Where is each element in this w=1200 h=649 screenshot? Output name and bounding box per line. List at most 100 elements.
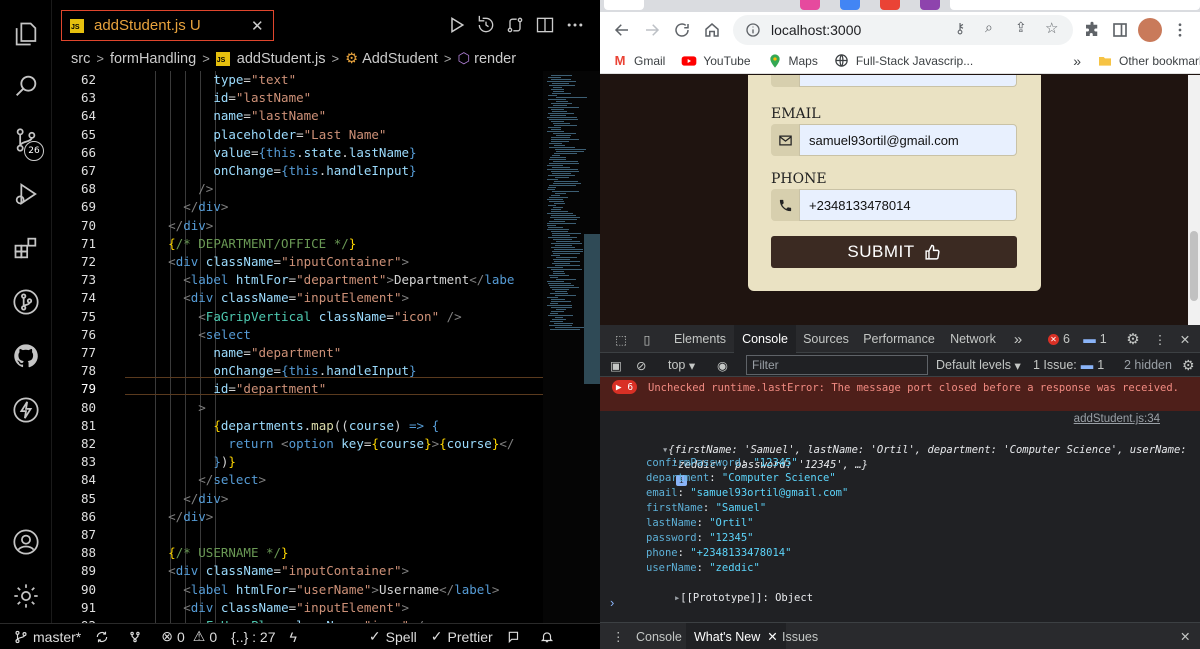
- page-scrollbar[interactable]: [1188, 75, 1200, 325]
- profile-avatar[interactable]: [1138, 18, 1162, 42]
- code-line[interactable]: id="lastName": [123, 89, 543, 107]
- site-info-icon[interactable]: [745, 22, 761, 38]
- more-actions-icon[interactable]: [564, 14, 586, 36]
- code-line[interactable]: {/* USERNAME */}: [123, 544, 543, 562]
- spell-indicator[interactable]: ✓ Spell: [369, 628, 417, 645]
- branch-indicator[interactable]: master*: [14, 629, 81, 645]
- browser-tab-favicon[interactable]: [920, 0, 940, 10]
- code-line[interactable]: <div className="inputElement">: [123, 599, 543, 617]
- email-input[interactable]: samuel93ortil@gmail.com: [799, 124, 1017, 156]
- log-property-row[interactable]: firstName: "Samuel": [646, 501, 766, 516]
- breadcrumb-item[interactable]: src: [71, 51, 90, 67]
- breadcrumb-item[interactable]: formHandling: [110, 51, 196, 67]
- editor-tab-addstudent[interactable]: JS addStudent.js U ✕: [61, 10, 274, 41]
- github-icon[interactable]: [0, 336, 52, 376]
- bookmark-maps[interactable]: Maps: [767, 53, 818, 69]
- log-property-row[interactable]: userName: "zeddic": [646, 561, 760, 576]
- url-text[interactable]: localhost:3000: [771, 22, 861, 38]
- explorer-icon[interactable]: [0, 14, 52, 54]
- console-settings-gear-icon[interactable]: ⚙: [1182, 353, 1195, 377]
- code-line[interactable]: <div className="inputElement">: [123, 289, 543, 307]
- issues-button[interactable]: 1 Issue: ▬ 1: [1033, 353, 1104, 377]
- code-line[interactable]: })}: [123, 453, 543, 471]
- browser-tab[interactable]: [604, 0, 644, 10]
- notifications-bell-icon[interactable]: [540, 630, 559, 644]
- close-drawer-tab-icon[interactable]: ✕: [767, 629, 777, 644]
- browser-menu-icon[interactable]: [1168, 18, 1192, 42]
- close-drawer-icon[interactable]: ✕: [1180, 623, 1190, 649]
- log-property-row[interactable]: phone: "+2348133478014": [646, 546, 791, 561]
- live-expression-eye-icon[interactable]: ◉: [717, 353, 728, 377]
- code-editor[interactable]: 62 type="text" 63 id="lastName" 64 name="l…: [53, 71, 543, 623]
- bookmark-youtube[interactable]: YouTube: [681, 53, 751, 69]
- side-panel-icon[interactable]: [1108, 18, 1132, 42]
- drawer-tab-whats-new[interactable]: What's New ✕: [686, 623, 786, 649]
- address-bar[interactable]: localhost:3000 ⚷ ⌕ ⇪ ☆: [733, 15, 1073, 45]
- timeline-icon[interactable]: [475, 14, 497, 36]
- code-line[interactable]: placeholder="Last Name": [123, 126, 543, 144]
- code-line[interactable]: name="department": [123, 344, 543, 362]
- log-property-row[interactable]: lastName: "Ortil": [646, 516, 754, 531]
- sync-icon[interactable]: [95, 630, 114, 644]
- code-line[interactable]: type="text": [123, 71, 543, 89]
- code-line[interactable]: return <option key={course}>{course}</: [123, 435, 543, 453]
- code-line[interactable]: <label htmlFor="department">Department</…: [123, 271, 543, 289]
- lightning-icon[interactable]: [0, 390, 52, 430]
- code-line[interactable]: {/* DEPARTMENT/OFFICE */}: [123, 235, 543, 253]
- zoom-icon[interactable]: ⌕: [985, 20, 993, 36]
- browser-tab-favicon[interactable]: [840, 0, 860, 10]
- tab-network[interactable]: Network: [944, 325, 1002, 353]
- prettier-indicator[interactable]: ✓ Prettier: [431, 628, 493, 645]
- search-icon[interactable]: [0, 66, 52, 106]
- code-line[interactable]: value={this.state.lastName}: [123, 144, 543, 162]
- bookmarks-overflow-chevron[interactable]: »: [1073, 53, 1081, 69]
- close-devtools-icon[interactable]: ✕: [1174, 325, 1196, 353]
- code-line[interactable]: onChange={this.handleInput}: [123, 162, 543, 180]
- devtools-settings-gear-icon[interactable]: ⚙: [1120, 325, 1146, 353]
- console-prompt[interactable]: ›: [610, 595, 614, 610]
- code-line[interactable]: <FaGripVertical className="icon" />: [123, 308, 543, 326]
- errors-counter[interactable]: ✕ 6: [1044, 325, 1074, 353]
- account-icon[interactable]: [0, 522, 52, 562]
- sidebar-toggle-icon[interactable]: ▣: [610, 353, 622, 377]
- context-selector[interactable]: top ▾: [668, 353, 695, 377]
- forward-arrow-icon[interactable]: [640, 18, 664, 42]
- code-line[interactable]: onChange={this.handleInput}: [123, 362, 543, 380]
- more-tabs-chevron[interactable]: »: [1006, 325, 1030, 353]
- bookmark-star-icon[interactable]: ☆: [1045, 19, 1058, 37]
- devtools-menu-icon[interactable]: ⋮: [1148, 325, 1172, 353]
- code-line[interactable]: </div>: [123, 508, 543, 526]
- breadcrumb-item[interactable]: render: [474, 51, 516, 67]
- share-icon[interactable]: ⇪: [1015, 20, 1027, 36]
- bookmark-gmail[interactable]: M Gmail: [612, 53, 666, 69]
- git-graph-icon[interactable]: [0, 282, 52, 322]
- code-line[interactable]: </div>: [123, 198, 543, 216]
- code-line[interactable]: </select>: [123, 471, 543, 489]
- console-error-message[interactable]: ▶ 6 Unchecked runtime.lastError: The mes…: [600, 377, 1200, 411]
- reload-icon[interactable]: [670, 18, 694, 42]
- tab-elements[interactable]: Elements: [666, 325, 734, 353]
- log-levels-dropdown[interactable]: Default levels ▾: [936, 353, 1021, 377]
- bookmark-fullstack[interactable]: Full-Stack Javascrip...: [834, 53, 973, 69]
- problems-indicator[interactable]: ⊗ 0 ⚠ 0: [161, 628, 217, 645]
- code-line[interactable]: >: [123, 399, 543, 417]
- run-icon[interactable]: [446, 14, 468, 36]
- code-line[interactable]: id="department": [123, 380, 543, 398]
- tab-performance[interactable]: Performance: [860, 325, 938, 353]
- code-line[interactable]: </div>: [123, 217, 543, 235]
- drawer-menu-icon[interactable]: ⋮: [612, 623, 625, 649]
- lightning-status-icon[interactable]: ϟ: [290, 629, 297, 645]
- browser-tab-active[interactable]: [950, 0, 1200, 10]
- other-bookmarks[interactable]: Other bookmarks: [1097, 53, 1200, 69]
- browser-tab-favicon[interactable]: [800, 0, 820, 10]
- code-line[interactable]: <label htmlFor="userName">Username</labe…: [123, 581, 543, 599]
- home-icon[interactable]: [700, 18, 724, 42]
- code-line[interactable]: />: [123, 180, 543, 198]
- extensions-icon[interactable]: [0, 228, 52, 268]
- tab-console[interactable]: Console: [734, 325, 796, 353]
- messages-counter[interactable]: ▬ 1: [1079, 325, 1111, 353]
- code-line[interactable]: {departments.map((course) => {: [123, 417, 543, 435]
- breadcrumb-item[interactable]: addStudent.js: [237, 51, 326, 67]
- code-line[interactable]: </div>: [123, 490, 543, 508]
- extensions-puzzle-icon[interactable]: [1080, 18, 1104, 42]
